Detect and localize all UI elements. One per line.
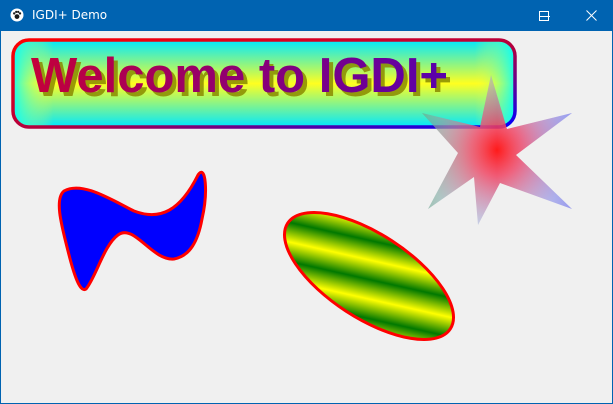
igdi-drawing: Welcome to IGDI+ Welcome to IGDI+ bbox=[11, 38, 572, 341]
drawing-canvas: Welcome to IGDI+ Welcome to IGDI+ bbox=[2, 31, 613, 403]
close-button[interactable] bbox=[568, 0, 613, 31]
maximize-icon bbox=[539, 10, 549, 21]
close-icon bbox=[585, 10, 597, 21]
paw-icon bbox=[10, 8, 24, 22]
banner-text: Welcome to IGDI+ bbox=[31, 49, 448, 103]
blue-blob-shape bbox=[57, 170, 207, 291]
maximize-button[interactable] bbox=[521, 0, 567, 31]
striped-ellipse bbox=[282, 211, 456, 341]
app-window: IGDI+ Demo Welcome to IGDI+ Welcome to I… bbox=[0, 0, 613, 404]
window-title: IGDI+ Demo bbox=[32, 8, 108, 22]
welcome-banner: Welcome to IGDI+ Welcome to IGDI+ bbox=[11, 38, 517, 129]
title-bar[interactable]: IGDI+ Demo bbox=[1, 0, 613, 31]
